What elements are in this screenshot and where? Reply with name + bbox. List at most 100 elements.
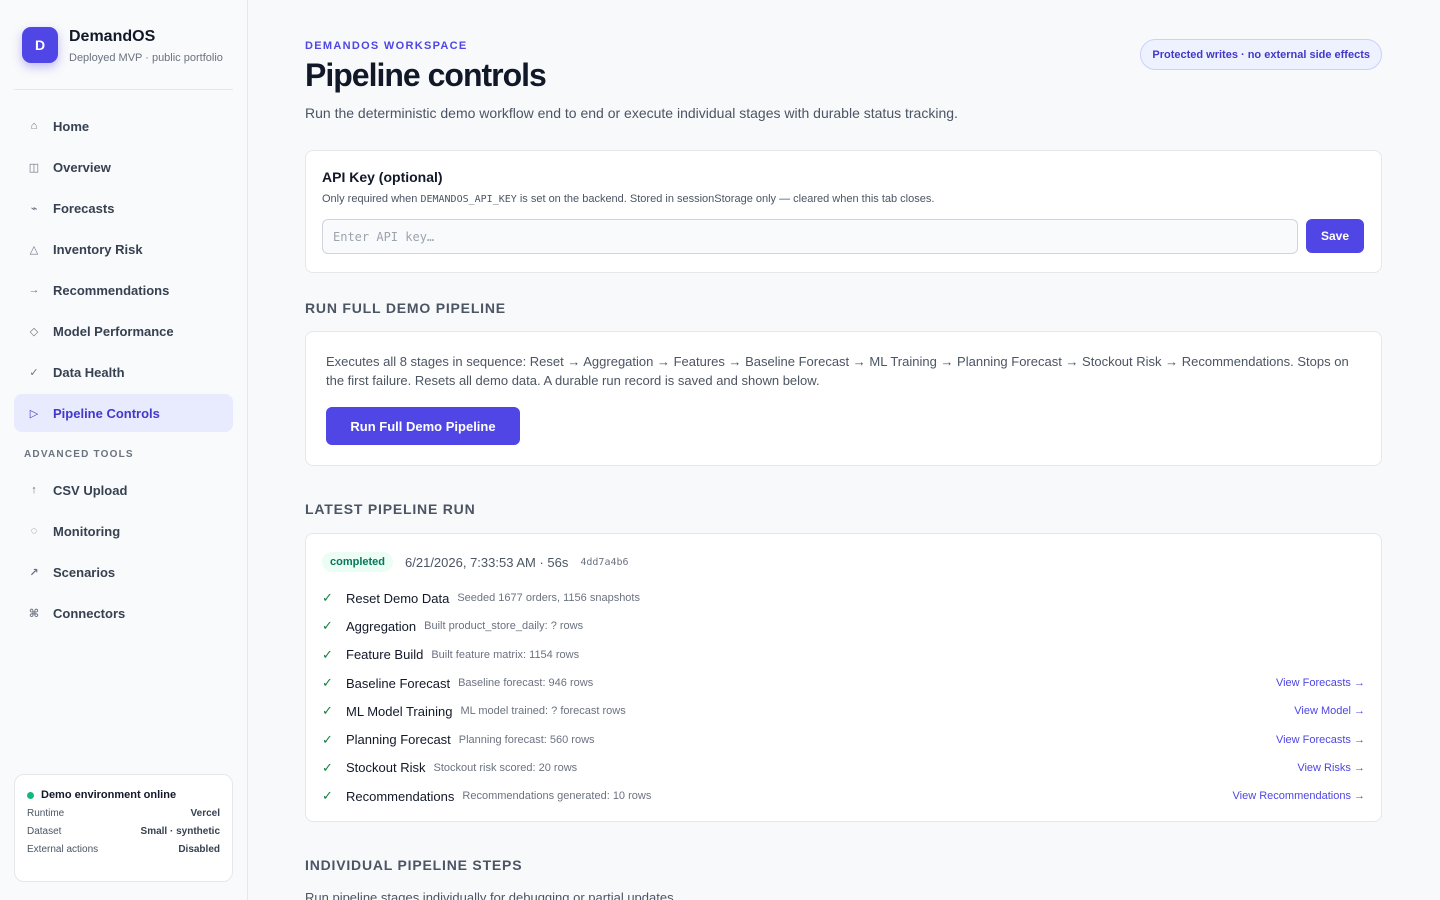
check-icon: ✓ [322,759,333,775]
step-detail: Planning forecast: 560 rows [458,733,595,746]
check-icon: ✓ [29,366,39,379]
sidebar-divider [14,89,233,90]
sidebar-item-label: Connectors [53,605,126,621]
advanced-tools-heading: ADVANCED TOOLS [24,449,134,460]
status-row-external-actions: External actions Disabled [27,844,220,855]
monitor-icon: ◌ [30,525,38,537]
page-title: Pipeline controls [305,57,547,93]
sidebar-item-pipeline-controls[interactable]: ▷ Pipeline Controls [14,394,233,432]
pipeline-step-row: ✓ Baseline Forecast Baseline forecast: 946… [322,669,1365,697]
workspace-eyebrow: DEMANDOS WORKSPACE [305,40,468,52]
forecast-icon: ⌁ [30,202,38,215]
sidebar-item-label: Data Health [53,364,125,380]
sidebar-item-overview[interactable]: ◫ Overview [14,148,233,186]
pipeline-step-row: ✓ Planning Forecast Planning forecast: 560… [322,725,1365,753]
individual-steps-section-title: INDIVIDUAL PIPELINE STEPS [305,857,523,873]
brand[interactable]: D DemandOS Deployed MVP · public portfol… [22,27,223,64]
run-id: 4dd7a4b6 [580,556,629,568]
environment-status-title: Demo environment online [41,789,177,801]
api-key-input[interactable] [322,219,1298,254]
sidebar-item-connectors[interactable]: ⌘ Connectors [14,594,233,632]
sidebar-item-home[interactable]: ⌂ Home [14,107,233,145]
check-icon: ✓ [322,788,333,804]
step-view-link[interactable]: View Forecasts → [1276,677,1365,689]
scenario-icon: ↗ [29,566,39,579]
pipeline-step-row: ✓ Reset Demo Data Seeded 1677 orders, 1156… [322,584,1365,612]
step-name: Recommendations [346,788,455,804]
check-icon: ✓ [322,646,333,662]
individual-steps-description: Run pipeline stages individually for deb… [305,890,678,900]
latest-run-section-title: LATEST PIPELINE RUN [305,501,476,517]
check-icon: ✓ [322,590,333,606]
sidebar-item-inventory-risk[interactable]: △ Inventory Risk [14,230,233,268]
step-name: Reset Demo Data [346,590,450,606]
sidebar-item-csv-upload[interactable]: ↑ CSV Upload [14,471,233,509]
check-icon: ✓ [322,675,333,691]
status-label: External actions [27,844,99,855]
sidebar-item-monitoring[interactable]: ◌ Monitoring [14,512,233,550]
step-name: Feature Build [346,647,424,663]
step-detail: ML model trained: ? forecast rows [460,705,626,718]
sidebar-item-label: CSV Upload [53,482,128,498]
step-name: ML Model Training [346,703,453,719]
arrow-right-icon: → [28,284,40,296]
sidebar-item-forecasts[interactable]: ⌁ Forecasts [14,189,233,227]
main-content: DEMANDOS WORKSPACE Pipeline controls Run… [248,0,1440,900]
sidebar-item-label: Recommendations [53,282,170,298]
step-view-link[interactable]: View Forecasts → [1276,734,1365,746]
brand-name: DemandOS [69,28,156,45]
sidebar-item-label: Monitoring [53,523,121,539]
run-full-pipeline-button[interactable]: Run Full Demo Pipeline [326,407,520,445]
sidebar-nav: ⌂ Home ◫ Overview ⌁ Forecasts △ Inventory Risk →… [14,107,233,635]
sidebar-item-recommendations[interactable]: → Recommendations [14,271,233,309]
sidebar-item-scenarios[interactable]: ↗ Scenarios [14,553,233,591]
page-description: Run the deterministic demo workflow end … [305,105,958,121]
api-key-card: API Key (optional) Only required when DE… [305,150,1382,273]
environment-status-card: Demo environment online Runtime Vercel D… [14,774,233,882]
status-row-runtime: Runtime Vercel [27,808,220,819]
sidebar-item-model-performance[interactable]: ◇ Model Performance [14,312,233,350]
home-icon: ⌂ [30,120,38,132]
run-timestamp: 6/21/2026, 7:33:53 AM · 56s [405,554,569,570]
env-var-code: DEMANDOS_API_KEY [420,194,517,205]
sidebar-item-label: Model Performance [53,323,174,339]
pipeline-step-row: ✓ Feature Build Built feature matrix: 1154… [322,641,1365,669]
sidebar-item-label: Pipeline Controls [53,405,160,421]
status-value: Vercel [190,808,220,819]
full-pipeline-card: Executes all 8 stages in sequence: Reset… [305,331,1382,466]
brand-logo: D [22,27,58,63]
pipeline-step-row: ✓ ML Model Training ML model trained: ? fo… [322,697,1365,725]
step-detail: Built product_store_daily: ? rows [424,620,584,633]
sidebar-item-data-health[interactable]: ✓ Data Health [14,353,233,391]
step-detail: Baseline forecast: 946 rows [458,677,594,690]
step-view-link[interactable]: View Model → [1294,705,1365,717]
step-view-link[interactable]: View Risks → [1297,762,1365,774]
online-status-dot [27,791,34,799]
sidebar-item-label: Scenarios [53,564,116,580]
api-key-title: API Key (optional) [322,169,443,185]
protected-writes-badge: Protected writes · no external side effe… [1140,39,1382,70]
check-icon: ✓ [322,731,333,747]
step-view-link[interactable]: View Recommendations → [1233,790,1365,802]
help-text: is set on the backend. Stored in session… [516,193,935,205]
save-api-key-button[interactable]: Save [1306,219,1364,253]
sidebar-item-label: Overview [53,159,111,175]
status-value: Disabled [178,844,220,855]
sidebar-item-label: Home [53,118,90,134]
status-row-dataset: Dataset Small · synthetic [27,826,220,837]
step-detail: Built feature matrix: 1154 rows [431,648,580,661]
latest-run-card: completed 6/21/2026, 7:33:53 AM · 56s 4d… [305,533,1382,822]
step-name: Baseline Forecast [346,675,451,691]
upload-icon: ↑ [31,484,37,496]
connector-icon: ⌘ [28,607,40,620]
overview-icon: ◫ [28,161,40,174]
diamond-icon: ◇ [29,325,39,338]
full-pipeline-description: Executes all 8 stages in sequence: Reset… [326,354,1349,388]
step-name: Aggregation [346,618,417,634]
check-icon: ✓ [322,703,333,719]
run-status-badge: completed [322,552,394,572]
api-key-help: Only required when DEMANDOS_API_KEY is s… [322,193,1365,205]
pipeline-step-row: ✓ Recommendations Recommendations generate… [322,782,1365,810]
sidebar-item-label: Inventory Risk [53,241,143,257]
play-icon: ▷ [29,407,39,420]
